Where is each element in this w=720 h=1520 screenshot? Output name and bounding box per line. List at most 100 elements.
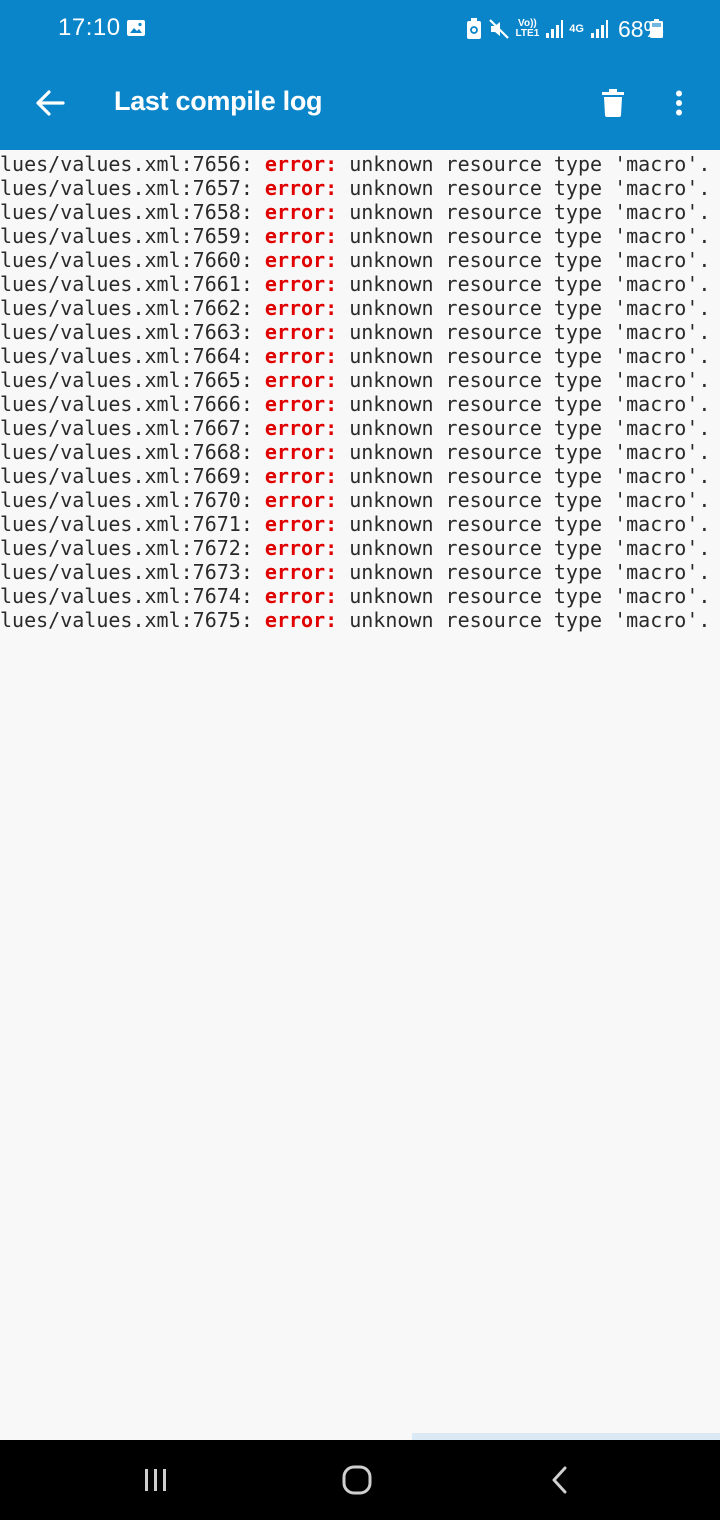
status-time: 17:10 xyxy=(58,14,121,41)
log-line: lues/values.xml:7666: error: unknown res… xyxy=(0,392,710,416)
log-line-location: lues/values.xml:7661: xyxy=(0,272,265,296)
log-line: lues/values.xml:7662: error: unknown res… xyxy=(0,296,710,320)
log-line: lues/values.xml:7657: error: unknown res… xyxy=(0,176,710,200)
home-button[interactable] xyxy=(327,1458,387,1502)
battery-icon xyxy=(650,19,663,38)
signal-icon xyxy=(546,20,564,38)
log-line-location: lues/values.xml:7672: xyxy=(0,536,265,560)
log-line-level: error: xyxy=(264,488,338,512)
log-line: lues/values.xml:7665: error: unknown res… xyxy=(0,368,710,392)
log-line-message: unknown resource type 'macro'. xyxy=(337,248,711,272)
gallery-icon xyxy=(127,20,145,36)
more-vert-icon xyxy=(676,90,682,116)
log-line-message: unknown resource type 'macro'. xyxy=(337,152,711,176)
log-line-message: unknown resource type 'macro'. xyxy=(337,224,711,248)
log-line-message: unknown resource type 'macro'. xyxy=(337,320,711,344)
log-line-level: error: xyxy=(264,272,338,296)
log-line-message: unknown resource type 'macro'. xyxy=(337,536,711,560)
back-button[interactable] xyxy=(30,83,70,123)
log-line-level: error: xyxy=(264,320,338,344)
status-icons: Vo)) LTE1 4G 68% xyxy=(466,14,664,44)
log-line: lues/values.xml:7659: error: unknown res… xyxy=(0,224,710,248)
log-line: lues/values.xml:7672: error: unknown res… xyxy=(0,536,710,560)
log-line-message: unknown resource type 'macro'. xyxy=(337,392,711,416)
log-line-message: unknown resource type 'macro'. xyxy=(337,416,711,440)
log-line-message: unknown resource type 'macro'. xyxy=(337,560,711,584)
network-4g-label: 4G xyxy=(569,23,584,35)
log-line-location: lues/values.xml:7665: xyxy=(0,368,265,392)
battery-saver-icon xyxy=(466,18,481,39)
log-line-level: error: xyxy=(264,608,338,632)
log-line-location: lues/values.xml:7674: xyxy=(0,584,265,608)
log-line-level: error: xyxy=(264,296,338,320)
horizontal-scrollbar[interactable] xyxy=(412,1433,720,1440)
log-line-location: lues/values.xml:7662: xyxy=(0,296,265,320)
log-line-message: unknown resource type 'macro'. xyxy=(337,272,711,296)
log-line-location: lues/values.xml:7666: xyxy=(0,392,265,416)
more-options-button[interactable] xyxy=(664,83,694,123)
log-line-message: unknown resource type 'macro'. xyxy=(337,368,711,392)
log-line-location: lues/values.xml:7657: xyxy=(0,176,265,200)
log-line-location: lues/values.xml:7656: xyxy=(0,152,265,176)
back-icon xyxy=(552,1466,567,1494)
nav-back-button[interactable] xyxy=(529,1458,589,1502)
log-line-location: lues/values.xml:7669: xyxy=(0,464,265,488)
log-line-level: error: xyxy=(264,536,338,560)
log-line-location: lues/values.xml:7673: xyxy=(0,560,265,584)
log-line-message: unknown resource type 'macro'. xyxy=(337,176,711,200)
system-nav-bar xyxy=(0,1440,720,1520)
log-line-message: unknown resource type 'macro'. xyxy=(337,440,711,464)
log-line-level: error: xyxy=(264,584,338,608)
log-line: lues/values.xml:7667: error: unknown res… xyxy=(0,416,710,440)
log-line-location: lues/values.xml:7660: xyxy=(0,248,265,272)
log-line-message: unknown resource type 'macro'. xyxy=(337,608,711,632)
delete-log-button[interactable] xyxy=(595,83,631,123)
log-line-message: unknown resource type 'macro'. xyxy=(337,488,711,512)
log-line-location: lues/values.xml:7659: xyxy=(0,224,265,248)
log-line: lues/values.xml:7658: error: unknown res… xyxy=(0,200,710,224)
log-line-location: lues/values.xml:7670: xyxy=(0,488,265,512)
app-bar: Last compile log xyxy=(0,56,720,150)
log-line-level: error: xyxy=(264,176,338,200)
log-line-level: error: xyxy=(264,440,338,464)
log-line-message: unknown resource type 'macro'. xyxy=(337,200,711,224)
log-line: lues/values.xml:7669: error: unknown res… xyxy=(0,464,710,488)
compile-log-view[interactable]: lues/values.xml:7656: error: unknown res… xyxy=(0,150,720,1433)
recents-button[interactable] xyxy=(126,1458,186,1502)
home-icon xyxy=(342,1465,372,1495)
log-line: lues/values.xml:7675: error: unknown res… xyxy=(0,608,710,632)
log-line: lues/values.xml:7661: error: unknown res… xyxy=(0,272,710,296)
status-bar: 17:10 Vo)) LTE1 4G 68% xyxy=(0,0,720,56)
trash-icon xyxy=(602,89,624,117)
log-line: lues/values.xml:7670: error: unknown res… xyxy=(0,488,710,512)
log-line-message: unknown resource type 'macro'. xyxy=(337,512,711,536)
recents-icon xyxy=(145,1469,166,1491)
log-line: lues/values.xml:7664: error: unknown res… xyxy=(0,344,710,368)
log-line-level: error: xyxy=(264,344,338,368)
log-line-location: lues/values.xml:7671: xyxy=(0,512,265,536)
log-line-level: error: xyxy=(264,224,338,248)
log-line-location: lues/values.xml:7675: xyxy=(0,608,265,632)
log-line-level: error: xyxy=(264,248,338,272)
log-line-level: error: xyxy=(264,368,338,392)
log-line-message: unknown resource type 'macro'. xyxy=(337,344,711,368)
log-line-location: lues/values.xml:7663: xyxy=(0,320,265,344)
log-line: lues/values.xml:7668: error: unknown res… xyxy=(0,440,710,464)
log-line-level: error: xyxy=(264,200,338,224)
log-line-level: error: xyxy=(264,512,338,536)
log-line-message: unknown resource type 'macro'. xyxy=(337,464,711,488)
log-line-level: error: xyxy=(264,152,338,176)
mute-icon xyxy=(488,19,509,39)
volte-indicator: Vo)) LTE1 xyxy=(516,19,540,39)
signal-icon xyxy=(590,20,608,38)
log-line-location: lues/values.xml:7658: xyxy=(0,200,265,224)
lte-label: LTE1 xyxy=(515,28,540,39)
log-line: lues/values.xml:7660: error: unknown res… xyxy=(0,248,710,272)
log-line-location: lues/values.xml:7668: xyxy=(0,440,265,464)
log-line: lues/values.xml:7656: error: unknown res… xyxy=(0,152,710,176)
log-line: lues/values.xml:7671: error: unknown res… xyxy=(0,512,710,536)
log-line-level: error: xyxy=(264,560,338,584)
log-line-location: lues/values.xml:7667: xyxy=(0,416,265,440)
log-line: lues/values.xml:7674: error: unknown res… xyxy=(0,584,710,608)
log-line: lues/values.xml:7673: error: unknown res… xyxy=(0,560,710,584)
